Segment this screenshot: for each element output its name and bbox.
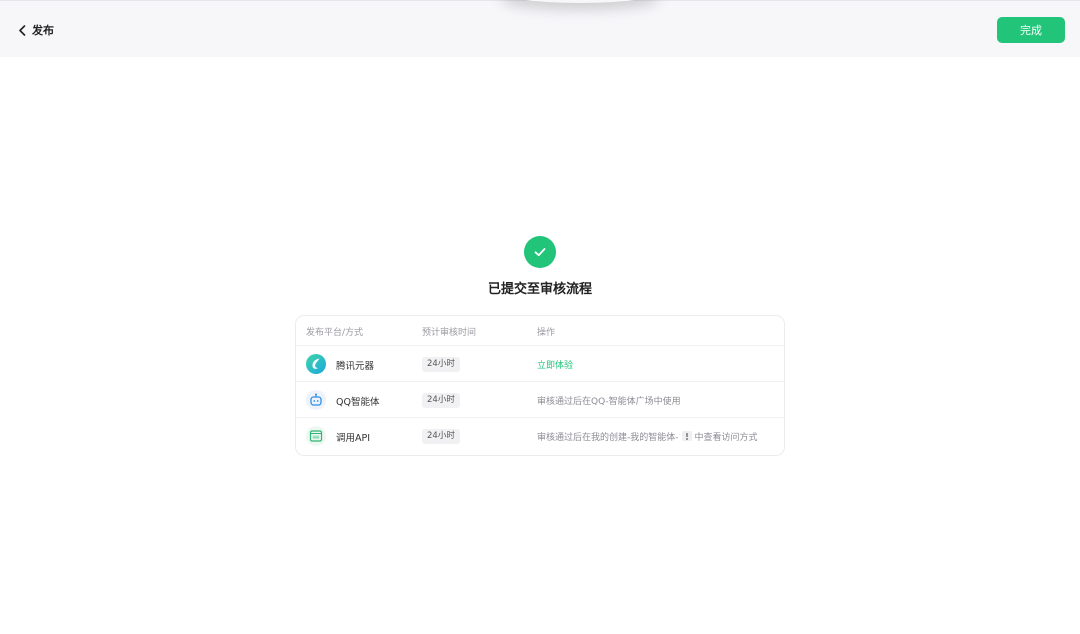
- table-row: QQ智能体 24小时 审核通过后在QQ-智能体广场中使用: [296, 382, 784, 418]
- table-header-row: 发布平台/方式 预计审核时间 操作: [296, 316, 784, 346]
- publish-table: 发布平台/方式 预计审核时间 操作 腾讯元器 24小时 立即体验 QQ智能体 2…: [295, 315, 785, 456]
- header-shadow-decoration: [500, 0, 660, 3]
- page-title: 发布: [32, 24, 54, 37]
- action-text-prefix: 审核通过后在我的创建-我的智能体-: [537, 433, 679, 443]
- yuanqi-logo-icon: [306, 354, 326, 374]
- review-time-badge: 24小时: [422, 357, 460, 372]
- done-button[interactable]: 完成: [997, 17, 1065, 43]
- action-text-suffix: 中查看访问方式: [694, 433, 758, 443]
- table-row: 腾讯元器 24小时 立即体验: [296, 346, 784, 382]
- back-button[interactable]: 发布: [18, 21, 54, 39]
- qq-robot-icon: [306, 390, 326, 410]
- review-time-badge: 24小时: [422, 429, 460, 444]
- action-description: 审核通过后在QQ-智能体广场中使用: [537, 397, 681, 407]
- platform-name: 调用API: [336, 433, 371, 444]
- api-icon: [306, 426, 326, 446]
- success-check-icon: [524, 236, 556, 268]
- column-header-platform: 发布平台/方式: [306, 328, 364, 338]
- action-description: 审核通过后在我的创建-我的智能体- 中查看访问方式: [537, 430, 758, 443]
- review-time-badge: 24小时: [422, 393, 460, 408]
- success-title: 已提交至审核流程: [487, 282, 592, 297]
- table-row: 调用API 24小时 审核通过后在我的创建-我的智能体- 中查看访问方式: [296, 418, 784, 454]
- platform-name: QQ智能体: [336, 397, 380, 408]
- top-bar: 发布 完成: [0, 0, 1080, 57]
- more-options-icon[interactable]: [681, 431, 692, 441]
- chevron-left-icon: [19, 24, 26, 36]
- column-header-action: 操作: [537, 328, 556, 338]
- try-now-link[interactable]: 立即体验: [537, 358, 573, 371]
- platform-name: 腾讯元器: [336, 361, 375, 372]
- column-header-time: 预计审核时间: [422, 328, 477, 338]
